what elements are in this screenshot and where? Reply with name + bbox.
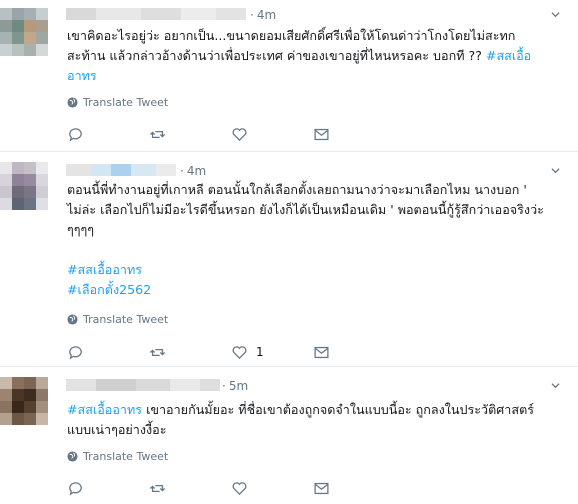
retweet-icon — [149, 348, 166, 356]
tweet-timestamp[interactable]: · 5m — [222, 379, 248, 393]
globe-icon — [67, 451, 78, 462]
tweet-timestamp[interactable]: · 4m — [250, 8, 276, 22]
caret-down-icon[interactable] — [551, 166, 560, 175]
like-count: 1 — [256, 345, 264, 359]
tweet[interactable]: · 4m ตอนนี้พี่ทำงานอยู่ที่เกาหลี ตอนนั้นใ… — [0, 152, 578, 366]
message-icon — [314, 128, 329, 140]
reply-icon — [69, 481, 82, 496]
reply-icon — [69, 345, 82, 360]
tweet-actions: 1 — [67, 343, 395, 361]
like-icon — [232, 127, 247, 141]
translate-tweet-link[interactable]: Translate Tweet — [67, 450, 168, 463]
reply-button[interactable] — [67, 479, 149, 497]
tweet-actions — [67, 479, 395, 497]
retweet-icon — [149, 484, 166, 492]
tweet-text-segment: ตอนนี้พี่ทำงานอยู่ที่เกาหลี ตอนนั้นใกล้เ… — [67, 182, 544, 237]
globe-icon — [67, 97, 78, 108]
hashtag-link[interactable]: #สสเอื้ออาทร #เลือกตั้ง2562 — [67, 262, 151, 297]
retweet-button[interactable] — [149, 125, 231, 143]
tweet-timestamp[interactable]: · 4m — [180, 164, 206, 178]
author-name[interactable] — [66, 8, 246, 20]
direct-message-button[interactable] — [313, 125, 395, 143]
tweet[interactable]: · 5m #สสเอื้ออาทร เขาอายกันมั้ยอะ ที่ชื่อ… — [0, 367, 578, 504]
reply-icon — [69, 127, 82, 142]
avatar[interactable] — [0, 377, 48, 425]
like-button[interactable]: 1 — [231, 343, 313, 361]
reply-button[interactable] — [67, 343, 149, 361]
retweet-button[interactable] — [149, 479, 231, 497]
translate-tweet-link[interactable]: Translate Tweet — [67, 96, 168, 109]
direct-message-button[interactable] — [313, 343, 395, 361]
retweet-button[interactable] — [149, 343, 231, 361]
direct-message-button[interactable] — [313, 479, 395, 497]
like-button[interactable] — [231, 125, 313, 143]
tweet-text: เขาคิดอะไรอยู่ว่ะ อยากเป็น...ขนาดยอมเสีย… — [67, 26, 572, 86]
author-name[interactable] — [66, 379, 220, 391]
message-icon — [314, 482, 329, 494]
caret-down-icon[interactable] — [551, 381, 560, 390]
like-icon — [232, 345, 247, 359]
tweet-text-segment: เขาคิดอะไรอยู่ว่ะ อยากเป็น...ขนาดยอมเสีย… — [67, 28, 516, 63]
tweet[interactable]: · 4m เขาคิดอะไรอยู่ว่ะ อยากเป็น...ขนาดยอม… — [0, 0, 578, 152]
reply-button[interactable] — [67, 125, 149, 143]
tweet-text: #สสเอื้ออาทร เขาอายกันมั้ยอะ ที่ชื่อเขาต… — [67, 400, 572, 440]
author-name[interactable] — [66, 164, 176, 176]
translate-tweet-link[interactable]: Translate Tweet — [67, 313, 168, 326]
retweet-icon — [149, 130, 166, 138]
like-icon — [232, 481, 247, 495]
like-button[interactable] — [231, 479, 313, 497]
globe-icon — [67, 314, 78, 325]
avatar[interactable] — [0, 8, 48, 56]
avatar[interactable] — [0, 162, 48, 210]
caret-down-icon[interactable] — [551, 10, 560, 19]
tweet-text: ตอนนี้พี่ทำงานอยู่ที่เกาหลี ตอนนั้นใกล้เ… — [67, 180, 572, 300]
message-icon — [314, 346, 329, 358]
hashtag-link[interactable]: #สสเอื้ออาทร — [67, 402, 142, 417]
tweet-actions — [67, 125, 395, 143]
